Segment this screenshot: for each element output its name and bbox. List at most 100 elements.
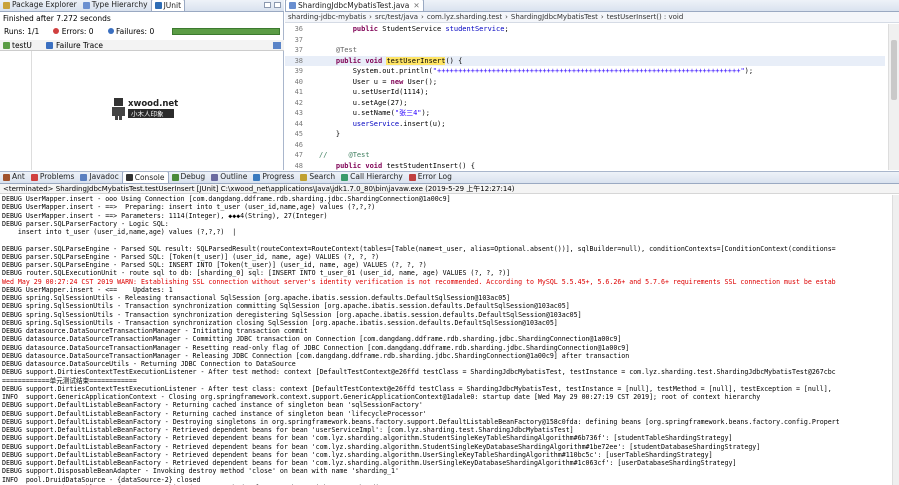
junit-panel: Package Explorer Type Hierarchy JUnit Fini… [0, 0, 284, 170]
minimize-icon[interactable] [264, 2, 271, 8]
line-text: // @Test [319, 151, 370, 159]
tab-label: Package Explorer [12, 0, 77, 9]
line-number: 48 [294, 161, 303, 170]
line-gutter [307, 140, 319, 151]
javadoc-icon [80, 173, 88, 181]
logo-robot-head [114, 98, 123, 106]
code-line[interactable]: 42 u.setAge(27); [285, 98, 885, 109]
tab-problems[interactable]: Problems [28, 172, 78, 183]
line-number: 37 [294, 35, 303, 44]
tab-package-explorer[interactable]: Package Explorer [0, 0, 80, 11]
code-line[interactable]: 38 public void testUserInsert() { [285, 55, 885, 66]
breadcrumb-separator: › [600, 13, 604, 21]
line-number: 43 [294, 109, 303, 117]
console-output[interactable]: DEBUG UserMapper.insert - ooo Using Conn… [0, 195, 892, 485]
failures-label: Failures: [115, 27, 148, 36]
editor-tab-bar: ShardingJdbcMybatisTest.java ✕ [285, 0, 899, 12]
console-line: DEBUG parser.SQLParseEngine - Parsed SQL… [2, 261, 427, 269]
line-gutter [307, 35, 319, 46]
breadcrumb-item[interactable]: testUserInsert() : void [607, 13, 684, 21]
console-line: insert into t_user (user_id,name,age) va… [2, 228, 237, 236]
tab-label: Debug [180, 172, 206, 181]
tab-debug[interactable]: Debug [169, 172, 209, 183]
line-number: 45 [294, 130, 303, 138]
splitter[interactable] [31, 51, 32, 170]
console-line: DEBUG datasource.DataSourceUtils - Retur… [2, 360, 296, 368]
line-text: u.setUserId(1114); [319, 88, 429, 96]
console-line: DEBUG support.DirtiesContextTestExecutio… [2, 384, 832, 393]
tab-call-hierarchy[interactable]: Call Hierarchy [338, 172, 406, 183]
console-line: DEBUG support.DefaultListableBeanFactory… [2, 450, 713, 459]
line-gutter [307, 98, 319, 109]
left-tab-bar: Package Explorer Type Hierarchy JUnit [0, 0, 284, 12]
console-line: DEBUG support.DefaultListableBeanFactory… [2, 426, 574, 434]
console-line: INFO pool.DruidDataSource - {dataSource-… [2, 475, 201, 484]
runs-label: Runs: [4, 27, 25, 36]
line-number: 46 [294, 140, 303, 149]
code-line[interactable]: 46 [285, 140, 885, 151]
tab-error-log[interactable]: Error Log [406, 172, 455, 183]
code-line[interactable]: 41 u.setUserId(1114); [285, 87, 885, 98]
line-number: 41 [294, 88, 303, 96]
failure-trace-icon [46, 41, 53, 49]
view-controls[interactable] [264, 2, 281, 8]
code-area[interactable]: 36 public StudentService studentService;… [285, 24, 885, 191]
code-line[interactable]: 48 public void testStudentInsert() { [285, 161, 885, 172]
tab-console[interactable]: Console [121, 172, 169, 183]
code-line[interactable]: 47 // @Test [285, 150, 885, 161]
line-text: } [319, 130, 341, 138]
filter-trace-icon[interactable] [273, 41, 281, 49]
breadcrumb-item[interactable]: ShardingJdbcMybatisTest [511, 13, 598, 21]
tab-progress[interactable]: Progress [250, 172, 297, 183]
console-line: DEBUG UserMapper.insert - ==> Preparing:… [2, 203, 376, 212]
breadcrumb-item[interactable]: com.lyz.sharding.test [427, 13, 502, 21]
breadcrumb-item[interactable]: sharding-jdbc-mybatis [288, 13, 366, 21]
tab-outline[interactable]: Outline [208, 172, 250, 183]
line-text: @Test [319, 46, 357, 54]
line-gutter [307, 150, 319, 161]
tab-junit[interactable]: JUnit [150, 0, 186, 11]
tab-label: Call Hierarchy [350, 172, 403, 181]
debug-icon [171, 173, 179, 181]
junit-icon [154, 2, 162, 9]
line-text: public void testUserInsert() { [335, 56, 463, 65]
line-text: public StudentService studentService; [352, 25, 509, 33]
tab-label: Progress [262, 172, 295, 181]
logo-robot-leg-right [119, 116, 122, 120]
java-editor: ShardingJdbcMybatisTest.java ✕ sharding-j… [285, 0, 899, 191]
code-line[interactable]: 36 public StudentService studentService; [285, 24, 885, 35]
failures-value: 0 [149, 27, 155, 36]
editor-scrollbar[interactable] [888, 24, 899, 170]
tab-ant[interactable]: Ant [0, 172, 28, 183]
maximize-icon[interactable] [274, 2, 281, 8]
line-gutter [307, 77, 319, 88]
line-number: 47 [294, 151, 303, 159]
code-line[interactable]: 45 } [285, 129, 885, 140]
scroll-thumb[interactable] [891, 40, 897, 100]
progress-icon [253, 173, 261, 181]
breadcrumb-item[interactable]: src/test/java [375, 13, 418, 21]
code-line[interactable]: 37 [285, 35, 885, 46]
xwood-logo: xwood.net 小木人印象 [112, 98, 178, 120]
code-line[interactable]: 40 User u = new User(); [285, 77, 885, 88]
code-line[interactable]: 43 u.setName("张三4"); [285, 108, 885, 119]
code-line[interactable]: 44 userService.insert(u); [285, 119, 885, 130]
line-gutter [307, 87, 319, 98]
console-line: DEBUG support.DefaultListableBeanFactory… [2, 442, 761, 451]
breadcrumb-separator: › [421, 13, 424, 21]
code-line[interactable]: 37 @Test [285, 45, 885, 56]
line-gutter [307, 24, 319, 35]
editor-tab[interactable]: ShardingJdbcMybatisTest.java ✕ [285, 0, 424, 11]
code-line[interactable]: 39 System.out.println("+++++++++++++++++… [285, 66, 885, 77]
test-tree-item[interactable]: testU [3, 41, 43, 50]
close-icon[interactable]: ✕ [413, 0, 419, 11]
console-scrollbar[interactable] [892, 195, 899, 485]
tab-javadoc[interactable]: Javadoc [77, 172, 121, 183]
console-line: DEBUG support.DefaultListableBeanFactory… [2, 417, 840, 426]
tab-search[interactable]: Search [297, 172, 338, 183]
console-line: DEBUG datasource.DataSourceTransactionMa… [2, 335, 622, 344]
logo-robot-leg-left [115, 116, 118, 120]
line-number: 38 [294, 56, 303, 65]
console-line: DEBUG support.DisposableBeanAdapter - In… [2, 467, 399, 476]
tab-type-hierarchy[interactable]: Type Hierarchy [80, 0, 151, 11]
